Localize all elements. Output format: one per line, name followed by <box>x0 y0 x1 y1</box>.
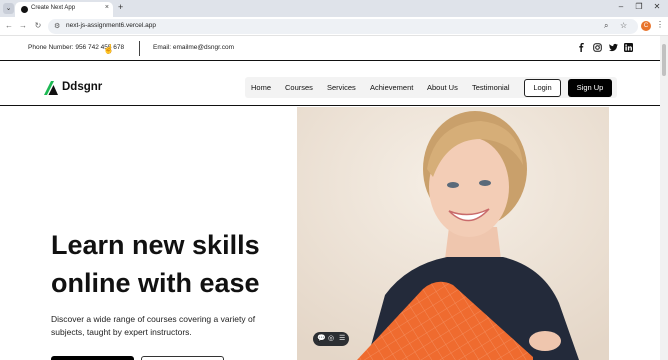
nav-menu: Home Courses Services Achievement About … <box>245 77 617 98</box>
forward-button[interactable]: → <box>18 21 28 30</box>
site-info-icon[interactable]: ⚙ <box>54 22 60 30</box>
browser-menu-icon[interactable]: ⋮ <box>656 20 664 29</box>
nav-about-us[interactable]: About Us <box>427 83 458 92</box>
brand-name[interactable]: Ddsgnr <box>62 81 102 93</box>
facebook-icon[interactable] <box>577 43 586 52</box>
nav-courses[interactable]: Courses <box>285 83 313 92</box>
web-page: Phone Number: 956 742 455 678 Email: ema… <box>0 36 660 360</box>
menu-lines-icon[interactable]: ☰ <box>339 334 345 342</box>
back-button[interactable]: ← <box>4 21 14 30</box>
signup-button[interactable]: Sign Up <box>568 79 612 97</box>
reload-button[interactable]: ↻ <box>33 21 43 30</box>
nav-services[interactable]: Services <box>327 83 356 92</box>
linkedin-icon[interactable] <box>624 43 633 52</box>
twitter-icon[interactable] <box>609 43 618 52</box>
tab-list-button[interactable]: ⌄ <box>3 3 14 14</box>
hero-primary-button[interactable] <box>51 356 134 360</box>
brand-logo-icon[interactable] <box>44 81 60 95</box>
close-window-button[interactable]: ✕ <box>648 2 666 11</box>
tab-active[interactable]: Create Next App × <box>15 2 113 17</box>
nav-testimonial[interactable]: Testimonial <box>472 83 510 92</box>
minimize-button[interactable]: – <box>612 2 630 11</box>
browser-toolbar: ← → ↻ ⚙ next-js-assignment6.vercel.app ⌕… <box>0 17 668 36</box>
browser-tabstrip: ⌄ Create Next App × + – ❐ ✕ <box>0 0 668 17</box>
smiling-student-illustration <box>297 107 609 360</box>
zoom-icon[interactable]: ⌕ <box>604 21 608 31</box>
hero-subtitle: Discover a wide range of courses coverin… <box>51 314 256 337</box>
tab-favicon-icon <box>21 6 28 13</box>
address-bar[interactable]: ⚙ next-js-assignment6.vercel.app ⌕ ☆ <box>48 19 638 34</box>
profile-avatar[interactable]: C <box>641 21 651 31</box>
contact-topbar: Phone Number: 956 742 455 678 Email: ema… <box>0 36 660 61</box>
hero-title: Learn new skills online with ease <box>51 230 260 298</box>
nav-achievement[interactable]: Achievement <box>370 83 413 92</box>
hero-image <box>297 107 609 360</box>
email-address: Email: emailme@dsngr.com <box>153 44 235 51</box>
scrollbar-thumb[interactable] <box>662 44 666 76</box>
nav-home[interactable]: Home <box>251 83 271 92</box>
tab-title: Create Next App <box>31 5 76 11</box>
new-tab-button[interactable]: + <box>118 2 123 12</box>
maximize-button[interactable]: ❐ <box>630 2 648 11</box>
main-navbar: Ddsgnr Home Courses Services Achievement… <box>0 68 660 106</box>
url-text[interactable]: next-js-assignment6.vercel.app <box>66 22 156 29</box>
bookmark-star-icon[interactable]: ☆ <box>620 21 627 30</box>
hero-secondary-button[interactable] <box>141 356 224 360</box>
topbar-divider <box>139 41 140 56</box>
lens-icon[interactable]: ◎ <box>328 334 334 342</box>
media-overlay-toolbar: 💬 ◎ ☰ <box>313 332 349 346</box>
instagram-icon[interactable] <box>593 43 602 52</box>
login-button[interactable]: Login <box>524 79 561 97</box>
tab-close-icon[interactable]: × <box>105 4 109 11</box>
mouse-cursor-icon: ☝ <box>103 44 115 54</box>
page-scrollbar[interactable] <box>660 36 668 360</box>
chat-bubble-icon[interactable]: 💬 <box>317 334 326 342</box>
